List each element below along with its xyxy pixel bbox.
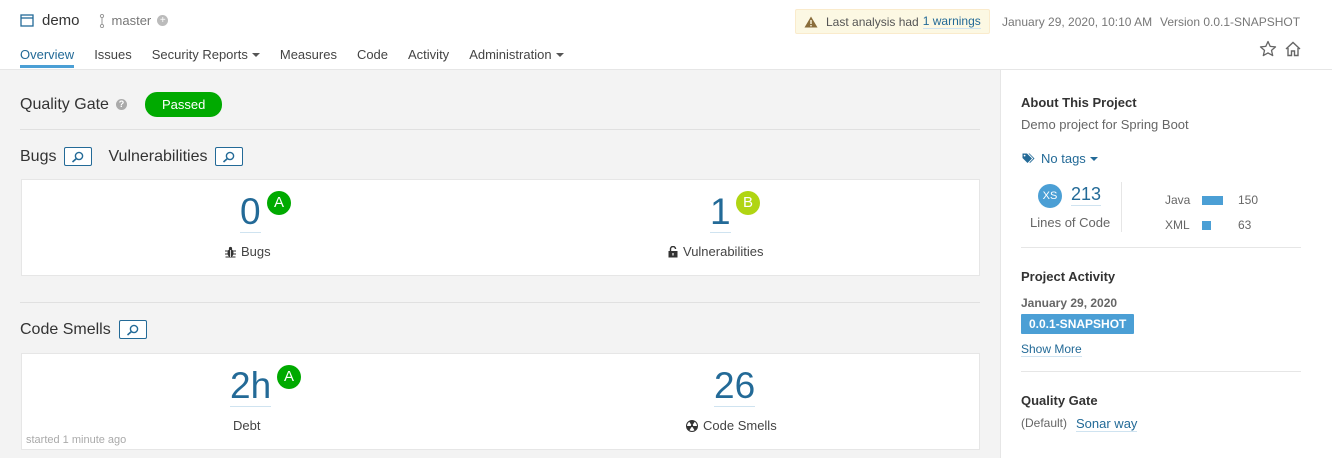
activity-version-badge: 0.0.1-SNAPSHOT <box>1021 314 1135 334</box>
divider <box>1121 182 1122 232</box>
tags-selector[interactable]: No tags <box>1022 151 1098 166</box>
debt-metric: 2h <box>230 366 272 407</box>
debt-value[interactable]: 2h <box>230 366 272 407</box>
quality-gate-link[interactable]: Sonar way <box>1076 416 1138 432</box>
help-icon[interactable]: ? <box>115 99 127 110</box>
divider <box>20 129 980 130</box>
chevron-down-icon <box>1089 156 1098 161</box>
divider <box>20 302 980 303</box>
bugs-history-button[interactable] <box>64 147 93 166</box>
add-branch-icon[interactable]: + <box>157 15 169 26</box>
divider <box>1021 247 1301 248</box>
quality-gate-sidebar-title: Quality Gate <box>1021 393 1098 408</box>
vulnerabilities-rating-badge[interactable]: B <box>736 191 760 215</box>
code-smells-label: Code Smells <box>686 418 777 433</box>
tab-administration[interactable]: Administration <box>469 47 564 68</box>
code-smells-history-button[interactable] <box>118 320 147 339</box>
radioactive-icon <box>686 419 698 432</box>
language-name: Java <box>1165 193 1191 207</box>
about-title: About This Project <box>1021 95 1137 110</box>
quality-gate-row: Quality Gate ? Passed <box>20 92 223 117</box>
tags-label: No tags <box>1041 151 1086 166</box>
tab-activity[interactable]: Activity <box>408 47 449 68</box>
tab-measures[interactable]: Measures <box>280 47 337 68</box>
warning-icon <box>804 16 818 28</box>
tab-administration-label: Administration <box>469 47 552 62</box>
code-smells-heading: Code Smells <box>20 320 111 338</box>
chevron-down-icon <box>251 52 260 57</box>
project-title-bar: demo master + <box>20 12 169 29</box>
analysis-date: January 29, 2020, 10:10 AM <box>1002 15 1153 29</box>
project-sidebar: About This Project Demo project for Spri… <box>1002 70 1332 458</box>
lines-of-code-value[interactable]: 213 <box>1071 184 1102 206</box>
bugs-label-text: Bugs <box>241 244 271 259</box>
background-task-status: started 1 minute ago <box>26 434 127 446</box>
activity-date: January 29, 2020 <box>1021 296 1118 310</box>
language-loc: 63 <box>1238 218 1252 232</box>
vulnerabilities-metric: 1 <box>710 192 731 233</box>
quality-gate-default-label: (Default) <box>1021 416 1068 430</box>
language-bar <box>1202 221 1211 230</box>
bugs-vulns-panel: 0 A Bugs 1 B Vulnerabilities <box>21 179 980 276</box>
overview-main: Quality Gate ? Passed Bugs Vulnerabiliti… <box>0 70 1001 458</box>
bugs-value[interactable]: 0 <box>240 192 261 233</box>
code-smells-value[interactable]: 26 <box>714 366 756 407</box>
language-loc: 150 <box>1238 193 1259 207</box>
bugs-rating-badge[interactable]: A <box>267 191 291 215</box>
bug-icon <box>225 246 236 258</box>
vulnerabilities-history-button[interactable] <box>215 147 244 166</box>
tab-issues[interactable]: Issues <box>94 47 132 68</box>
tab-overview[interactable]: Overview <box>20 47 75 68</box>
code-smells-heading-row: Code Smells <box>20 320 163 339</box>
divider <box>1021 371 1301 372</box>
analysis-warning: Last analysis had 1 warnings <box>795 9 990 34</box>
language-bar <box>1202 196 1223 205</box>
project-size-badge: XS <box>1038 184 1062 208</box>
debt-label-text: Debt <box>233 418 261 433</box>
project-version: Version 0.0.1-SNAPSHOT <box>1160 15 1301 29</box>
project-nav: Overview Issues Security Reports Measure… <box>20 47 584 68</box>
project-description: Demo project for Spring Boot <box>1021 117 1189 132</box>
code-smells-panel: 2h A Debt 26 Code Smells <box>21 353 980 450</box>
project-activity-title: Project Activity <box>1021 269 1116 284</box>
magnifier-icon <box>223 151 235 163</box>
vulnerabilities-value[interactable]: 1 <box>710 192 731 233</box>
bugs-heading: Bugs <box>20 147 57 165</box>
code-smells-label-text: Code Smells <box>703 418 777 433</box>
vulnerabilities-heading: Vulnerabilities <box>108 147 208 165</box>
bugs-metric: 0 <box>240 192 261 233</box>
quality-gate-title: Quality Gate <box>20 95 109 113</box>
show-more-link[interactable]: Show More <box>1021 342 1082 357</box>
magnifier-icon <box>126 324 139 336</box>
branch-name[interactable]: master <box>112 13 152 28</box>
chevron-down-icon <box>555 52 564 57</box>
tab-code[interactable]: Code <box>357 47 388 68</box>
tag-icon <box>1022 153 1036 164</box>
warnings-link[interactable]: 1 warnings <box>922 14 981 29</box>
maintainability-rating-badge[interactable]: A <box>277 365 301 389</box>
vulnerabilities-label-text: Vulnerabilities <box>683 244 764 259</box>
language-name: XML <box>1165 218 1190 232</box>
project-name[interactable]: demo <box>42 12 80 29</box>
lock-icon <box>668 245 678 258</box>
lines-of-code-label: Lines of Code <box>1030 215 1111 230</box>
vulnerabilities-label: Vulnerabilities <box>668 244 763 259</box>
project-icon <box>20 14 34 27</box>
home-icon[interactable] <box>1284 40 1302 61</box>
debt-label: Debt <box>233 418 260 433</box>
bugs-vulns-heading: Bugs Vulnerabilities <box>20 147 259 166</box>
branch-icon <box>98 13 106 28</box>
project-header: demo master + Last analysis had 1 warnin… <box>0 0 1332 70</box>
magnifier-icon <box>72 151 84 163</box>
code-smells-metric: 26 <box>714 366 756 407</box>
bugs-label: Bugs <box>225 244 271 259</box>
tab-security-reports-label: Security Reports <box>151 47 248 62</box>
tab-security-reports[interactable]: Security Reports <box>152 47 260 68</box>
warning-text: Last analysis had <box>826 14 919 29</box>
star-icon[interactable] <box>1259 40 1277 61</box>
quality-gate-status-badge: Passed <box>144 92 223 117</box>
